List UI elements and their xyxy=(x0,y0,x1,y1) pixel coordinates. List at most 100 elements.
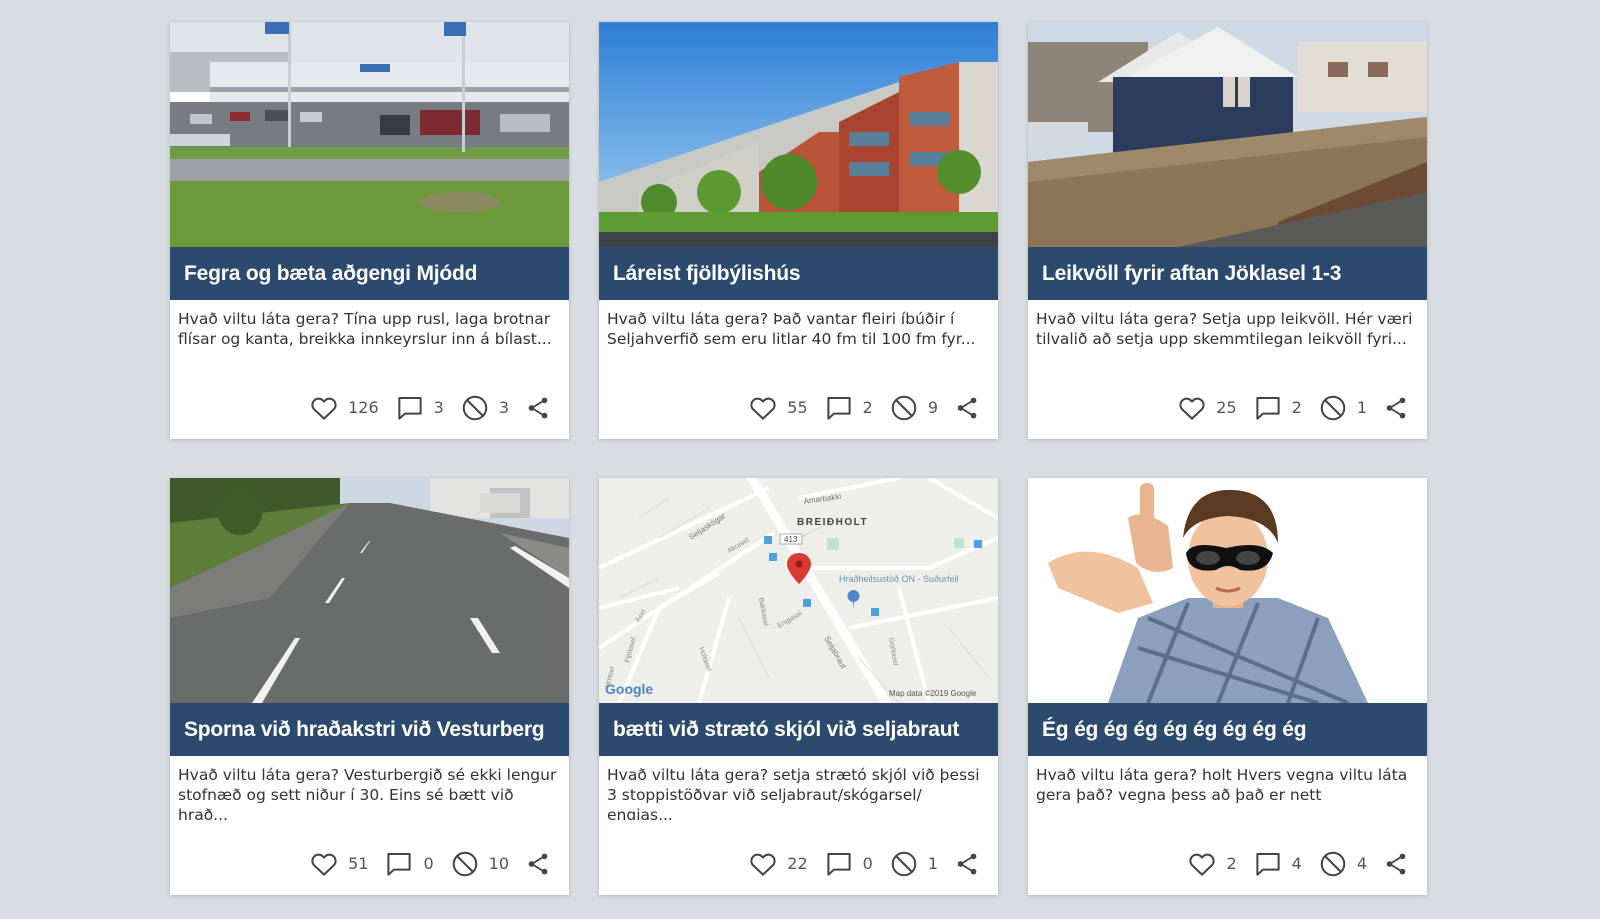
like-count: 2 xyxy=(1226,854,1237,873)
like-button[interactable]: 22 xyxy=(748,849,808,879)
card-description: Hvað viltu láta gera? holt Hvers vegna v… xyxy=(1036,766,1408,804)
google-logo: Google xyxy=(605,681,653,697)
comment-count: 3 xyxy=(433,398,444,417)
like-button[interactable]: 25 xyxy=(1177,393,1237,423)
comment-button[interactable]: 4 xyxy=(1253,849,1302,879)
like-button[interactable]: 126 xyxy=(309,393,379,423)
dislike-button[interactable]: 10 xyxy=(450,849,509,879)
map-clinic-label: Hraðheilsustöð ON - Suðurfell xyxy=(839,574,959,584)
block-icon xyxy=(891,395,917,420)
comment-icon xyxy=(1256,396,1280,420)
share-icon xyxy=(1386,397,1406,418)
card-actions: 2 4 4 xyxy=(1028,832,1427,895)
comment-count: 2 xyxy=(862,398,873,417)
like-count: 126 xyxy=(348,398,379,417)
like-count: 55 xyxy=(787,398,808,417)
card-title[interactable]: bætti við strætó skjól við seljabraut xyxy=(599,703,998,756)
share-icon xyxy=(957,397,977,418)
like-count: 22 xyxy=(787,854,808,873)
comment-count: 4 xyxy=(1291,854,1302,873)
idea-card-grid: Fegra og bæta aðgengi Mjódd Hvað viltu l… xyxy=(170,22,1427,895)
heart-icon xyxy=(311,853,337,876)
idea-card[interactable]: Sporna við hraðakstri við Vesturberg Hva… xyxy=(170,478,569,895)
card-title[interactable]: Leikvöll fyrir aftan Jöklasel 1-3 xyxy=(1028,247,1427,300)
card-description: Hvað viltu láta gera? Það vantar fleiri … xyxy=(607,310,976,348)
dislike-button[interactable]: 9 xyxy=(889,393,938,423)
share-button[interactable] xyxy=(1383,851,1409,877)
share-icon xyxy=(1386,853,1406,874)
dislike-button[interactable]: 4 xyxy=(1318,849,1367,879)
card-image[interactable] xyxy=(170,478,569,703)
idea-card[interactable]: 413 BREIÐHOLT Hraðheilsustöð ON - Suðurf… xyxy=(599,478,998,895)
heart-icon xyxy=(311,397,337,420)
card-image[interactable] xyxy=(1028,478,1427,703)
comment-count: 0 xyxy=(423,854,434,873)
heart-icon xyxy=(750,397,776,420)
block-icon xyxy=(462,395,488,420)
card-image[interactable] xyxy=(599,22,998,247)
comment-button[interactable]: 2 xyxy=(824,393,873,423)
comment-count: 2 xyxy=(1291,398,1302,417)
share-button[interactable] xyxy=(954,851,980,877)
share-button[interactable] xyxy=(954,395,980,421)
card-title[interactable]: Láreist fjölbýlishús xyxy=(599,247,998,300)
dislike-count: 10 xyxy=(488,854,509,873)
card-title[interactable]: Ég ég ég ég ég ég ég ég ég xyxy=(1028,703,1427,756)
map-route-number: 413 xyxy=(784,535,798,544)
comment-button[interactable]: 0 xyxy=(824,849,873,879)
dislike-count: 1 xyxy=(927,854,938,873)
like-button[interactable]: 55 xyxy=(748,393,808,423)
like-count: 51 xyxy=(348,854,369,873)
card-actions: 51 0 10 xyxy=(170,832,569,895)
comment-icon xyxy=(827,852,851,876)
share-button[interactable] xyxy=(525,851,551,877)
card-description: Hvað viltu láta gera? Setja upp leikvöll… xyxy=(1036,310,1413,348)
dislike-button[interactable]: 1 xyxy=(1318,393,1367,423)
idea-card[interactable]: Láreist fjölbýlishús Hvað viltu láta ger… xyxy=(599,22,998,439)
card-description: Hvað viltu láta gera? Vesturbergið sé ek… xyxy=(178,766,557,820)
idea-card[interactable]: Ég ég ég ég ég ég ég ég ég Hvað viltu lá… xyxy=(1028,478,1427,895)
like-button[interactable]: 51 xyxy=(309,849,368,879)
map-view[interactable]: 413 BREIÐHOLT Hraðheilsustöð ON - Suðurf… xyxy=(599,478,998,703)
card-title[interactable]: Sporna við hraðakstri við Vesturberg xyxy=(170,703,569,756)
card-description: Hvað viltu láta gera? setja strætó skjól… xyxy=(607,766,980,820)
share-button[interactable] xyxy=(525,395,551,421)
comment-count: 0 xyxy=(862,854,873,873)
card-actions: 126 3 3 xyxy=(170,376,569,439)
block-icon xyxy=(1320,395,1346,420)
comment-icon xyxy=(387,852,412,876)
dislike-button[interactable]: 1 xyxy=(889,849,938,879)
like-button[interactable]: 2 xyxy=(1187,849,1237,879)
idea-card[interactable]: Fegra og bæta aðgengi Mjódd Hvað viltu l… xyxy=(170,22,569,439)
share-icon xyxy=(528,397,548,418)
comment-icon xyxy=(1256,852,1280,876)
dislike-count: 9 xyxy=(927,398,938,417)
comment-icon xyxy=(398,396,422,420)
card-title[interactable]: Fegra og bæta aðgengi Mjódd xyxy=(170,247,569,300)
card-image[interactable] xyxy=(1028,22,1427,247)
card-description: Hvað viltu láta gera? Tína upp rusl, lag… xyxy=(178,310,552,348)
card-image[interactable] xyxy=(170,22,569,247)
map-attribution: Map data ©2019 Google xyxy=(889,689,977,698)
dislike-button[interactable]: 3 xyxy=(460,393,509,423)
block-icon xyxy=(891,851,917,876)
share-icon xyxy=(528,853,548,874)
comment-button[interactable]: 3 xyxy=(395,393,444,423)
share-icon xyxy=(957,853,977,874)
heart-icon xyxy=(1179,397,1205,420)
card-actions: 22 0 1 xyxy=(599,832,998,895)
block-icon xyxy=(452,851,477,876)
dislike-count: 1 xyxy=(1356,398,1367,417)
heart-icon xyxy=(1189,853,1216,876)
dislike-count: 4 xyxy=(1356,854,1367,873)
share-button[interactable] xyxy=(1383,395,1409,421)
comment-button[interactable]: 2 xyxy=(1253,393,1302,423)
comment-icon xyxy=(827,396,851,420)
card-actions: 25 2 1 xyxy=(1028,376,1427,439)
block-icon xyxy=(1320,851,1346,876)
card-actions: 55 2 9 xyxy=(599,376,998,439)
idea-card[interactable]: Leikvöll fyrir aftan Jöklasel 1-3 Hvað v… xyxy=(1028,22,1427,439)
heart-icon xyxy=(750,853,776,876)
comment-button[interactable]: 0 xyxy=(384,849,434,879)
dislike-count: 3 xyxy=(498,398,509,417)
